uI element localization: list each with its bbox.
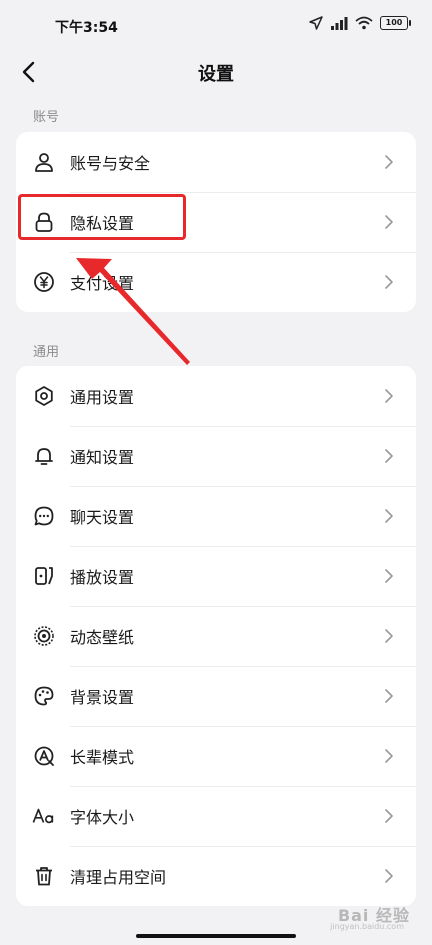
settings-item-label: 支付设置 bbox=[70, 274, 135, 293]
user-icon bbox=[32, 150, 56, 174]
settings-item-live-wallpaper[interactable]: 动态壁纸 bbox=[16, 606, 416, 666]
section-label-general: 通用 bbox=[33, 345, 60, 360]
settings-item-label: 聊天设置 bbox=[70, 508, 135, 527]
signal-icon bbox=[331, 16, 348, 30]
header: 设置 bbox=[0, 50, 432, 94]
page-title: 设置 bbox=[198, 64, 234, 85]
settings-item-label: 字体大小 bbox=[70, 808, 135, 827]
chevron-right-icon bbox=[382, 869, 396, 883]
bell-icon bbox=[32, 444, 56, 468]
chevron-right-icon bbox=[382, 449, 396, 463]
yuan-icon bbox=[32, 270, 56, 294]
location-icon bbox=[309, 16, 323, 30]
chevron-right-icon bbox=[382, 809, 396, 823]
battery-icon: 100 bbox=[380, 16, 411, 30]
chevron-right-icon bbox=[382, 389, 396, 403]
chevron-right-icon bbox=[382, 275, 396, 289]
live-wallpaper-icon bbox=[32, 624, 56, 648]
watermark-url: jingyan.baidu.com bbox=[330, 922, 404, 931]
settings-item-elder-mode[interactable]: 长辈模式 bbox=[16, 726, 416, 786]
highlight-box bbox=[18, 194, 186, 240]
chevron-right-icon bbox=[382, 689, 396, 703]
settings-item-label: 通知设置 bbox=[70, 448, 135, 467]
font-size-icon bbox=[32, 804, 56, 828]
elder-mode-icon bbox=[32, 744, 56, 768]
settings-item-label: 动态壁纸 bbox=[70, 628, 135, 647]
gear-icon bbox=[32, 384, 56, 408]
settings-item-chat[interactable]: 聊天设置 bbox=[16, 486, 416, 546]
status-bar: 下午3:54 100 bbox=[0, 0, 432, 50]
play-icon bbox=[32, 564, 56, 588]
home-indicator bbox=[136, 934, 296, 938]
chevron-right-icon bbox=[382, 569, 396, 583]
chevron-right-icon bbox=[382, 509, 396, 523]
section-label-account: 账号 bbox=[33, 110, 60, 125]
general-settings-card: 通用设置 通知设置 聊天设置 播放设置 动态壁纸 背景设置 长辈模式 字体大小 … bbox=[16, 366, 416, 906]
settings-item-clear-storage[interactable]: 清理占用空间 bbox=[16, 846, 416, 906]
settings-item-notification[interactable]: 通知设置 bbox=[16, 426, 416, 486]
settings-item-playback[interactable]: 播放设置 bbox=[16, 546, 416, 606]
chevron-right-icon bbox=[382, 215, 396, 229]
status-icons: 100 bbox=[309, 16, 411, 30]
wifi-icon bbox=[355, 16, 373, 30]
chevron-right-icon bbox=[382, 155, 396, 169]
trash-icon bbox=[32, 864, 56, 888]
palette-icon bbox=[32, 684, 56, 708]
settings-item-payment[interactable]: 支付设置 bbox=[16, 252, 416, 312]
settings-item-background[interactable]: 背景设置 bbox=[16, 666, 416, 726]
settings-item-label: 播放设置 bbox=[70, 568, 135, 587]
chat-icon bbox=[32, 504, 56, 528]
settings-item-label: 清理占用空间 bbox=[70, 868, 167, 887]
settings-item-font-size[interactable]: 字体大小 bbox=[16, 786, 416, 846]
chevron-right-icon bbox=[382, 749, 396, 763]
settings-item-label: 账号与安全 bbox=[70, 154, 151, 173]
chevron-right-icon bbox=[382, 629, 396, 643]
settings-item-label: 长辈模式 bbox=[70, 748, 135, 767]
status-time: 下午3:54 bbox=[55, 20, 118, 36]
settings-item-label: 背景设置 bbox=[70, 688, 135, 707]
settings-item-label: 通用设置 bbox=[70, 388, 135, 407]
settings-item-general[interactable]: 通用设置 bbox=[16, 366, 416, 426]
settings-item-account-security[interactable]: 账号与安全 bbox=[16, 132, 416, 192]
